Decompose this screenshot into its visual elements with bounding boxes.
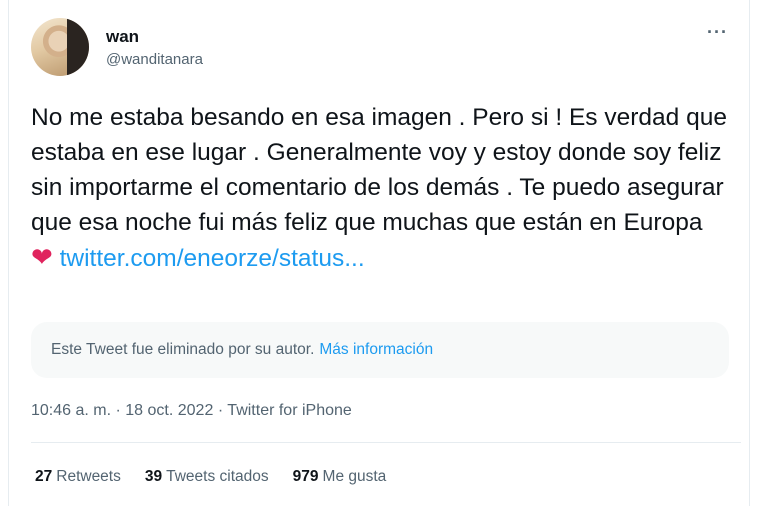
likes-stat[interactable]: 979 Me gusta [293, 468, 387, 486]
retweets-label: Retweets [56, 468, 121, 485]
likes-count: 979 [292, 468, 319, 485]
quote-tweets-stat[interactable]: 39 Tweets citados [145, 468, 269, 486]
user-handle[interactable]: @wanditanara [106, 51, 203, 68]
tweet-text: No me estaba besando en esa imagen . Per… [31, 100, 731, 276]
tweet-card: wan @wanditanara ··· No me estaba besand… [8, 0, 750, 506]
deleted-quote-box: Este Tweet fue eliminado por su autor. M… [31, 322, 729, 378]
red-heart-icon: ❤ [31, 242, 53, 272]
tweet-stats: 27 Retweets 39 Tweets citados 979 Me gusta [35, 468, 410, 486]
tweet-metadata: 10:46 a. m. · 18 oct. 2022 · Twitter for… [31, 402, 352, 420]
tweet-source[interactable]: Twitter for iPhone [227, 402, 352, 419]
retweets-stat[interactable]: 27 Retweets [35, 468, 121, 486]
meta-separator: · [115, 402, 121, 419]
more-info-link[interactable]: Más información [319, 341, 433, 359]
meta-separator: · [217, 402, 224, 419]
tweet-time[interactable]: 10:46 a. m. [31, 402, 111, 419]
quotes-count: 39 [144, 468, 163, 485]
deleted-message: Este Tweet fue eliminado por su autor. [51, 341, 315, 358]
divider [31, 442, 741, 443]
likes-label: Me gusta [322, 468, 387, 485]
tweet-date[interactable]: 18 oct. 2022 [125, 402, 213, 419]
display-name[interactable]: wan [106, 27, 139, 47]
avatar[interactable] [31, 18, 89, 76]
more-options-icon[interactable]: ··· [707, 22, 728, 43]
tweet-link[interactable]: twitter.com/eneorze/status... [60, 245, 365, 272]
quotes-label: Tweets citados [166, 468, 269, 485]
tweet-body: No me estaba besando en esa imagen . Per… [31, 104, 727, 236]
retweets-count: 27 [35, 468, 53, 485]
